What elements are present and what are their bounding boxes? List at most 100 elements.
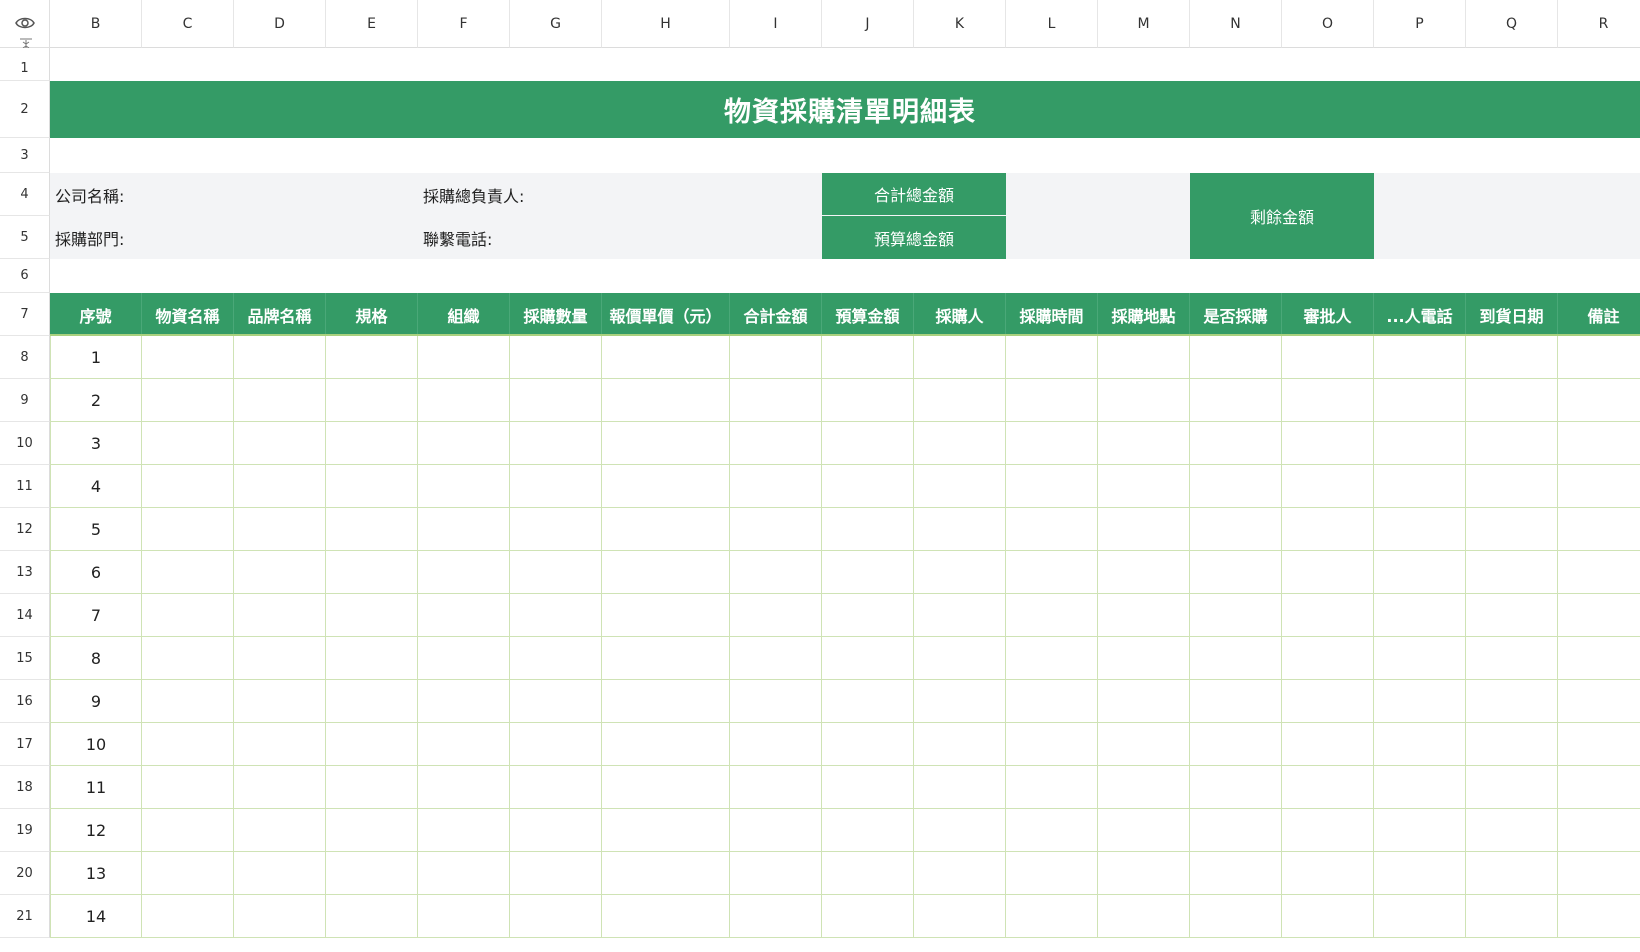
table-cell[interactable] <box>1558 422 1640 465</box>
table-cell[interactable] <box>1098 379 1190 422</box>
table-cell[interactable] <box>1190 594 1282 637</box>
table-cell[interactable] <box>914 551 1006 594</box>
table-cell[interactable] <box>1282 809 1374 852</box>
table-cell[interactable] <box>142 637 234 680</box>
table-cell[interactable] <box>1282 379 1374 422</box>
table-cell[interactable] <box>1006 723 1098 766</box>
table-cell[interactable] <box>510 852 602 895</box>
table-header-R[interactable]: 備註 <box>1558 293 1640 336</box>
table-cell[interactable] <box>1466 594 1558 637</box>
table-cell[interactable] <box>418 852 510 895</box>
table-cell[interactable] <box>1374 637 1466 680</box>
table-cell[interactable] <box>914 594 1006 637</box>
table-cell[interactable] <box>1466 766 1558 809</box>
table-cell[interactable] <box>234 852 326 895</box>
row-header-15[interactable]: 15 <box>0 637 50 680</box>
table-cell[interactable] <box>1006 594 1098 637</box>
table-cell[interactable] <box>142 465 234 508</box>
table-cell[interactable] <box>418 809 510 852</box>
table-cell[interactable] <box>730 422 822 465</box>
table-cell[interactable] <box>602 680 730 723</box>
table-cell[interactable] <box>510 809 602 852</box>
table-cell[interactable] <box>326 809 418 852</box>
table-cell[interactable] <box>1282 723 1374 766</box>
col-header-J[interactable]: J <box>822 0 914 48</box>
col-header-R[interactable]: R <box>1558 0 1640 48</box>
table-cell[interactable] <box>142 809 234 852</box>
table-cell[interactable] <box>234 895 326 938</box>
table-cell[interactable] <box>1558 809 1640 852</box>
table-cell[interactable] <box>1374 508 1466 551</box>
col-header-L[interactable]: L <box>1006 0 1098 48</box>
table-cell[interactable] <box>1282 637 1374 680</box>
table-cell[interactable] <box>510 680 602 723</box>
remaining-amount-cell[interactable]: 剩餘金額 <box>1190 173 1374 259</box>
table-cell[interactable] <box>1282 422 1374 465</box>
table-cell[interactable] <box>326 723 418 766</box>
table-cell[interactable] <box>602 336 730 379</box>
table-cell[interactable] <box>602 551 730 594</box>
col-header-M[interactable]: M <box>1098 0 1190 48</box>
table-cell[interactable] <box>822 895 914 938</box>
table-cell[interactable] <box>326 680 418 723</box>
table-cell[interactable] <box>730 465 822 508</box>
table-cell[interactable] <box>914 465 1006 508</box>
table-cell[interactable] <box>1006 895 1098 938</box>
table-cell[interactable] <box>1190 809 1282 852</box>
table-cell[interactable] <box>142 594 234 637</box>
table-cell[interactable] <box>1098 465 1190 508</box>
table-cell[interactable] <box>1374 379 1466 422</box>
table-cell[interactable] <box>234 766 326 809</box>
row-header-4[interactable]: 4 <box>0 173 50 216</box>
table-header-N[interactable]: 是否採購 <box>1190 293 1282 336</box>
table-cell[interactable] <box>1374 809 1466 852</box>
table-cell[interactable] <box>914 422 1006 465</box>
table-cell[interactable] <box>1190 852 1282 895</box>
table-cell[interactable] <box>510 594 602 637</box>
table-cell[interactable] <box>418 379 510 422</box>
table-cell[interactable] <box>602 594 730 637</box>
table-cell[interactable] <box>418 422 510 465</box>
table-cell[interactable] <box>1190 637 1282 680</box>
table-cell[interactable] <box>1558 336 1640 379</box>
table-cell[interactable] <box>510 637 602 680</box>
table-cell[interactable] <box>1466 852 1558 895</box>
table-cell[interactable] <box>326 422 418 465</box>
table-cell[interactable] <box>914 852 1006 895</box>
table-cell[interactable] <box>326 852 418 895</box>
table-cell[interactable] <box>234 465 326 508</box>
table-cell[interactable] <box>1374 895 1466 938</box>
serial-cell[interactable]: 4 <box>50 465 142 508</box>
table-cell[interactable] <box>1466 336 1558 379</box>
row-header-11[interactable]: 11 <box>0 465 50 508</box>
table-cell[interactable] <box>1558 465 1640 508</box>
table-header-K[interactable]: 採購人 <box>914 293 1006 336</box>
table-cell[interactable] <box>326 551 418 594</box>
table-cell[interactable] <box>1466 723 1558 766</box>
table-cell[interactable] <box>326 895 418 938</box>
table-cell[interactable] <box>142 895 234 938</box>
spreadsheet[interactable]: BCDEFGHIJKLMNOPQR 1 2 3 4 5 6 7 8 9 10 11 12 13 14 15 1… <box>0 0 1640 952</box>
table-cell[interactable] <box>234 637 326 680</box>
table-cell[interactable] <box>602 379 730 422</box>
table-cell[interactable] <box>730 680 822 723</box>
table-cell[interactable] <box>142 723 234 766</box>
table-cell[interactable] <box>142 766 234 809</box>
table-cell[interactable] <box>510 465 602 508</box>
table-cell[interactable] <box>1190 766 1282 809</box>
table-cell[interactable] <box>142 551 234 594</box>
table-cell[interactable] <box>730 895 822 938</box>
table-cell[interactable] <box>142 680 234 723</box>
table-cell[interactable] <box>730 852 822 895</box>
table-cell[interactable] <box>730 551 822 594</box>
row-header-8[interactable]: 8 <box>0 336 50 379</box>
table-cell[interactable] <box>1374 723 1466 766</box>
table-cell[interactable] <box>1466 465 1558 508</box>
table-cell[interactable] <box>1006 336 1098 379</box>
table-header-C[interactable]: 物資名稱 <box>142 293 234 336</box>
row-header-19[interactable]: 19 <box>0 809 50 852</box>
table-cell[interactable] <box>914 680 1006 723</box>
serial-cell[interactable]: 10 <box>50 723 142 766</box>
serial-cell[interactable]: 9 <box>50 680 142 723</box>
table-cell[interactable] <box>1006 680 1098 723</box>
